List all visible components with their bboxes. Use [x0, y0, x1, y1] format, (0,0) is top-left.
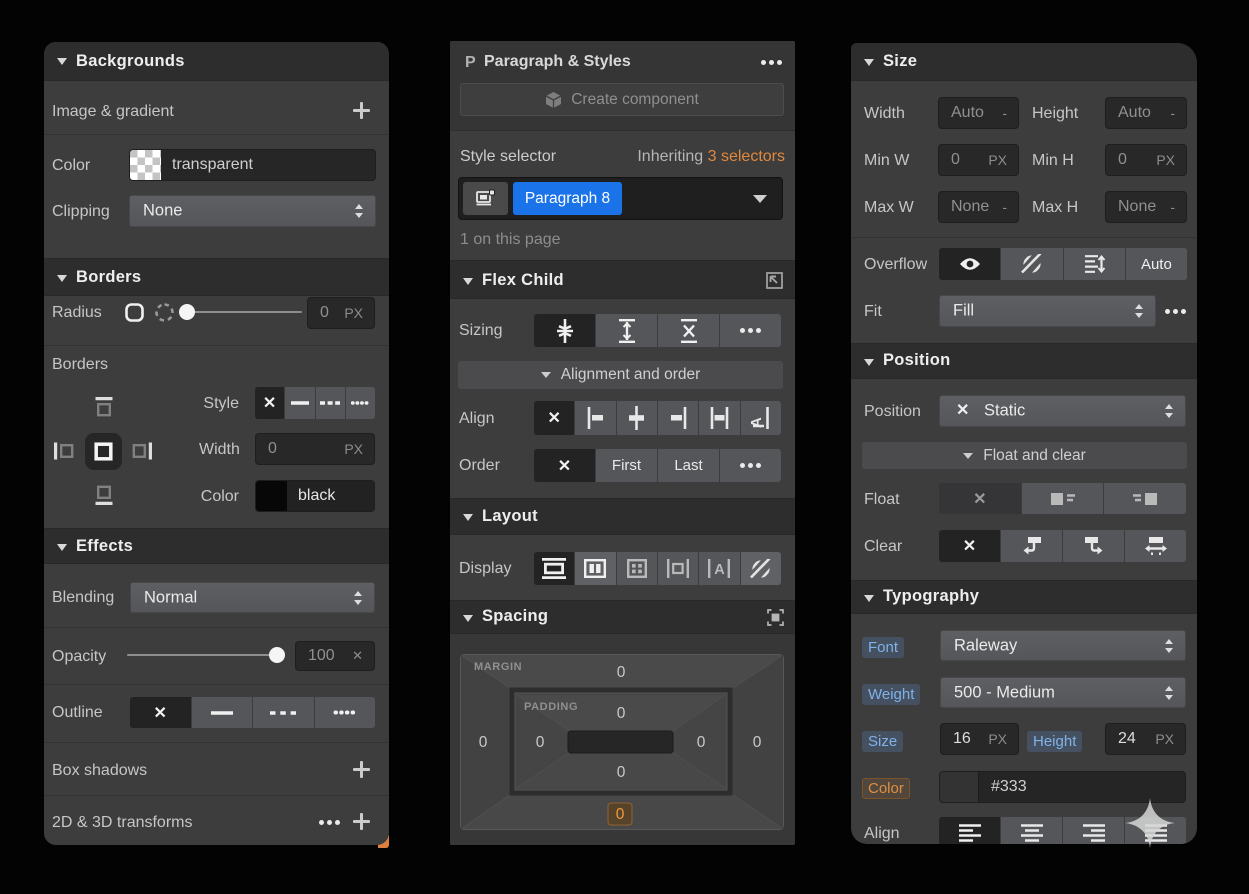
svg-text:MARGIN: MARGIN — [474, 661, 522, 673]
svg-text:0: 0 — [753, 734, 762, 751]
svg-text:0: 0 — [617, 764, 626, 781]
svg-text:0: 0 — [617, 664, 626, 681]
svg-text:0: 0 — [479, 734, 488, 751]
svg-text:PADDING: PADDING — [524, 701, 578, 713]
svg-text:0: 0 — [617, 705, 626, 722]
svg-text:A: A — [715, 562, 726, 578]
svg-text:0: 0 — [697, 734, 706, 751]
svg-text:0: 0 — [616, 806, 625, 823]
svg-text:0: 0 — [536, 734, 545, 751]
